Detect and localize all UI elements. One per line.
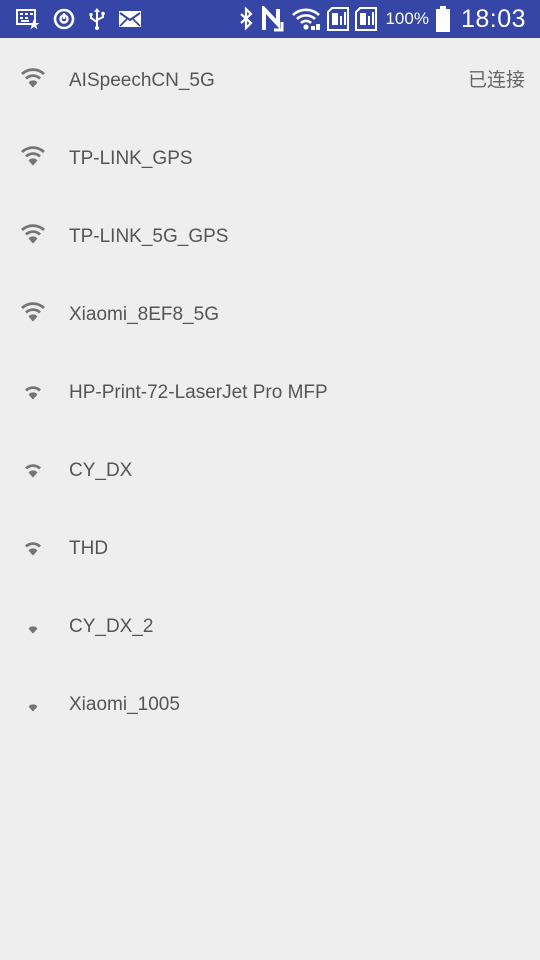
wifi-signal-strong-icon (20, 224, 46, 244)
wifi-network-item[interactable]: CY_DX (0, 428, 540, 506)
wifi-network-item[interactable]: HP-Print-72-LaserJet Pro MFP (0, 350, 540, 428)
wifi-signal-strong-icon (20, 302, 46, 322)
wifi-network-item[interactable]: TP-LINK_GPS (0, 116, 540, 194)
wifi-signal-weak-icon (20, 692, 46, 712)
battery-icon (435, 5, 451, 33)
wifi-network-item[interactable]: CY_DX_2 (0, 584, 540, 662)
wifi-signal-medium-icon (20, 458, 46, 478)
wifi-network-name: CY_DX (69, 460, 133, 481)
battery-percent: 100% (385, 9, 429, 28)
wifi-network-item[interactable]: THD (0, 506, 540, 584)
nfc-icon (261, 6, 285, 32)
system-icons: 100% 18:03 (237, 4, 526, 34)
wifi-network-list: AISpeechCN_5G 已连接 TP-LINK_GPS TP-LINK_5G… (0, 38, 540, 740)
usb-icon (88, 7, 106, 31)
status-bar: 100% 18:03 (0, 0, 540, 38)
wifi-network-name: THD (69, 538, 109, 559)
mail-icon (118, 9, 142, 29)
sync-icon (52, 7, 76, 31)
wifi-network-item[interactable]: TP-LINK_5G_GPS (0, 194, 540, 272)
wifi-network-item[interactable]: Xiaomi_1005 (0, 662, 540, 740)
wifi-signal-medium-icon (20, 380, 46, 400)
wifi-network-name: TP-LINK_GPS (69, 148, 193, 169)
wifi-network-name: HP-Print-72-LaserJet Pro MFP (69, 382, 328, 403)
wifi-signal-weak-icon (20, 614, 46, 634)
wifi-network-name: CY_DX_2 (69, 616, 154, 637)
clock: 18:03 (460, 4, 526, 33)
wifi-network-name: Xiaomi_1005 (69, 694, 180, 715)
connection-status: 已连接 (467, 70, 525, 91)
wifi-network-name: Xiaomi_8EF8_5G (69, 304, 219, 325)
sim-card-2-icon (355, 6, 378, 32)
sim-card-1-icon (327, 6, 350, 32)
wifi-signal-medium-icon (20, 536, 46, 556)
notification-icons (16, 6, 142, 32)
bluetooth-icon (237, 6, 255, 32)
wifi-network-item[interactable]: AISpeechCN_5G 已连接 (0, 38, 540, 116)
wifi-signal-strong-icon (20, 68, 46, 88)
wifi-network-name: TP-LINK_5G_GPS (69, 226, 229, 247)
wifi-signal-strong-icon (20, 146, 46, 166)
keyboard-star-icon (16, 8, 40, 30)
wifi-network-name: AISpeechCN_5G (69, 70, 215, 91)
wifi-icon (291, 6, 321, 32)
wifi-network-item[interactable]: Xiaomi_8EF8_5G (0, 272, 540, 350)
